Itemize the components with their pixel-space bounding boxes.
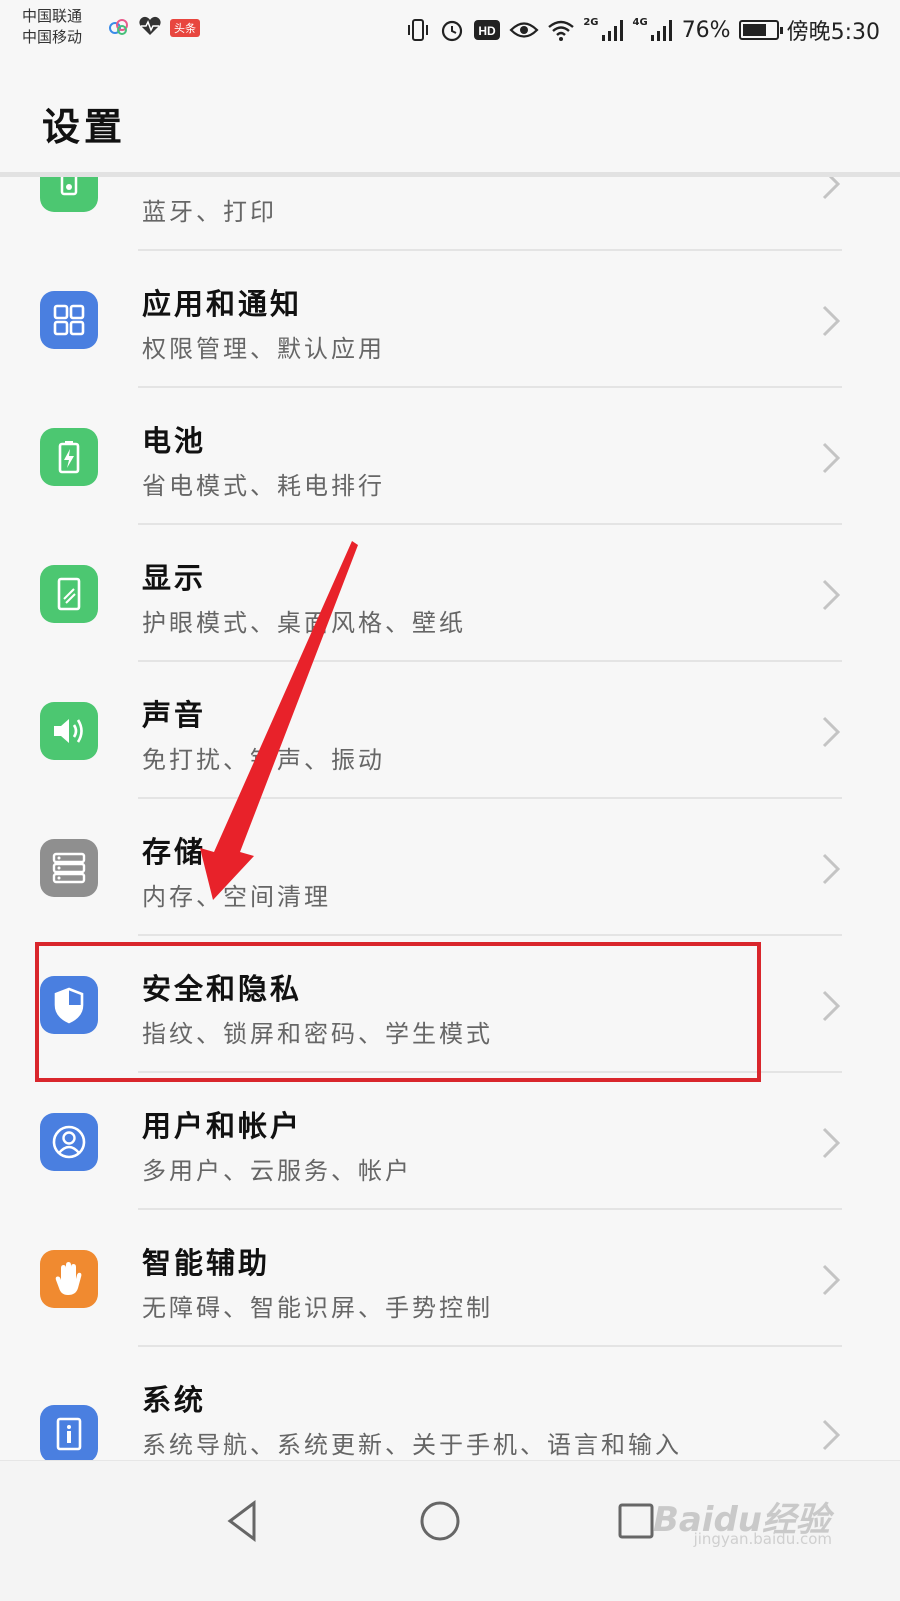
settings-item-storage[interactable]: 存储 内存、空间清理 bbox=[0, 799, 900, 936]
settings-item-title: 声音 bbox=[142, 698, 207, 732]
settings-item-sound[interactable]: 声音 免打扰、铃声、振动 bbox=[0, 662, 900, 799]
battery-percent: 76% bbox=[681, 17, 731, 43]
watermark-url: jingyan.baidu.com bbox=[693, 1530, 832, 1548]
chevron-right-icon bbox=[822, 1264, 841, 1296]
display-icon bbox=[40, 565, 98, 623]
carrier-2: 中国移动 bbox=[22, 28, 83, 46]
device-connection-icon bbox=[40, 177, 98, 212]
page-title: 设置 bbox=[42, 105, 127, 149]
settings-item-subtitle: 内存、空间清理 bbox=[142, 883, 331, 911]
speaker-icon bbox=[40, 702, 98, 760]
battery-icon bbox=[40, 428, 98, 486]
chevron-right-icon bbox=[822, 442, 841, 474]
settings-item-title: 智能辅助 bbox=[142, 1246, 271, 1280]
chevron-right-icon bbox=[822, 1419, 841, 1451]
cloud-icon bbox=[108, 17, 130, 39]
home-icon[interactable] bbox=[410, 1491, 470, 1551]
settings-item-title: 电池 bbox=[142, 424, 207, 458]
settings-item-title: 应用和通知 bbox=[142, 287, 303, 321]
carrier-1: 中国联通 bbox=[22, 7, 83, 25]
settings-item-subtitle: 权限管理、默认应用 bbox=[142, 335, 385, 363]
notification-icons: 头条 bbox=[108, 16, 200, 40]
chevron-right-icon bbox=[822, 177, 841, 200]
settings-item-subtitle: 省电模式、耗电排行 bbox=[142, 472, 385, 500]
vibrate-icon bbox=[405, 17, 431, 43]
battery-icon bbox=[738, 20, 783, 40]
highlight-annotation-box bbox=[35, 942, 761, 1082]
battery-fill bbox=[742, 24, 766, 36]
alarm-icon bbox=[439, 17, 465, 43]
system-status-icons: HD 2G 4G 76% 傍晚5:30 bbox=[405, 14, 880, 46]
settings-item-subtitle: 蓝牙、打印 bbox=[142, 198, 277, 226]
settings-item-subtitle: 系统导航、系统更新、关于手机、语言和输入 bbox=[142, 1431, 682, 1459]
network-4g-label: 4G bbox=[632, 16, 648, 28]
settings-list[interactable]: 蓝牙、打印 应用和通知 权限管理、默认应用 电池 省电模式、耗电排行 显示 护眼… bbox=[0, 177, 900, 1490]
hand-icon bbox=[40, 1250, 98, 1308]
status-time: 傍晚5:30 bbox=[786, 20, 880, 45]
eye-icon bbox=[509, 19, 539, 41]
settings-item-smart-assistance[interactable]: 智能辅助 无障碍、智能识屏、手势控制 bbox=[0, 1210, 900, 1347]
settings-item-apps-notifications[interactable]: 应用和通知 权限管理、默认应用 bbox=[0, 251, 900, 388]
settings-item-subtitle: 多用户、云服务、帐户 bbox=[142, 1157, 412, 1185]
chevron-right-icon bbox=[822, 853, 841, 885]
settings-item-users-accounts[interactable]: 用户和帐户 多用户、云服务、帐户 bbox=[0, 1073, 900, 1210]
chevron-right-icon bbox=[822, 990, 841, 1022]
chevron-right-icon bbox=[822, 579, 841, 611]
settings-item-subtitle: 免打扰、铃声、振动 bbox=[142, 746, 385, 774]
user-icon bbox=[40, 1113, 98, 1171]
heart-icon bbox=[138, 16, 162, 40]
back-icon[interactable] bbox=[214, 1491, 274, 1551]
svg-text:HD: HD bbox=[479, 24, 497, 38]
chevron-right-icon bbox=[822, 716, 841, 748]
info-icon bbox=[40, 1405, 98, 1463]
chevron-right-icon bbox=[822, 305, 841, 337]
settings-item-subtitle: 无障碍、智能识屏、手势控制 bbox=[142, 1294, 493, 1322]
storage-icon bbox=[40, 839, 98, 897]
settings-item-title: 显示 bbox=[142, 561, 207, 595]
settings-item-device-connection[interactable]: 蓝牙、打印 bbox=[0, 177, 900, 251]
settings-item-battery[interactable]: 电池 省电模式、耗电排行 bbox=[0, 388, 900, 525]
settings-item-title: 存储 bbox=[142, 835, 207, 869]
network-2g-label: 2G bbox=[583, 16, 599, 28]
signal-icon bbox=[650, 17, 674, 43]
hd-icon: HD bbox=[473, 18, 501, 42]
settings-item-display[interactable]: 显示 护眼模式、桌面风格、壁纸 bbox=[0, 525, 900, 662]
apps-grid-icon bbox=[40, 291, 98, 349]
wifi-icon bbox=[547, 18, 575, 42]
status-bar: 中国联通 中国移动 头条 HD 2G 4G 76% 傍晚5:30 bbox=[0, 0, 900, 60]
chevron-right-icon bbox=[822, 1127, 841, 1159]
settings-item-subtitle: 护眼模式、桌面风格、壁纸 bbox=[142, 609, 466, 637]
settings-item-title: 系统 bbox=[142, 1383, 207, 1417]
signal-icon bbox=[601, 17, 625, 43]
app-badge: 头条 bbox=[170, 19, 200, 37]
carrier-names: 中国联通 中国移动 bbox=[22, 6, 82, 48]
settings-item-title: 用户和帐户 bbox=[142, 1109, 303, 1143]
